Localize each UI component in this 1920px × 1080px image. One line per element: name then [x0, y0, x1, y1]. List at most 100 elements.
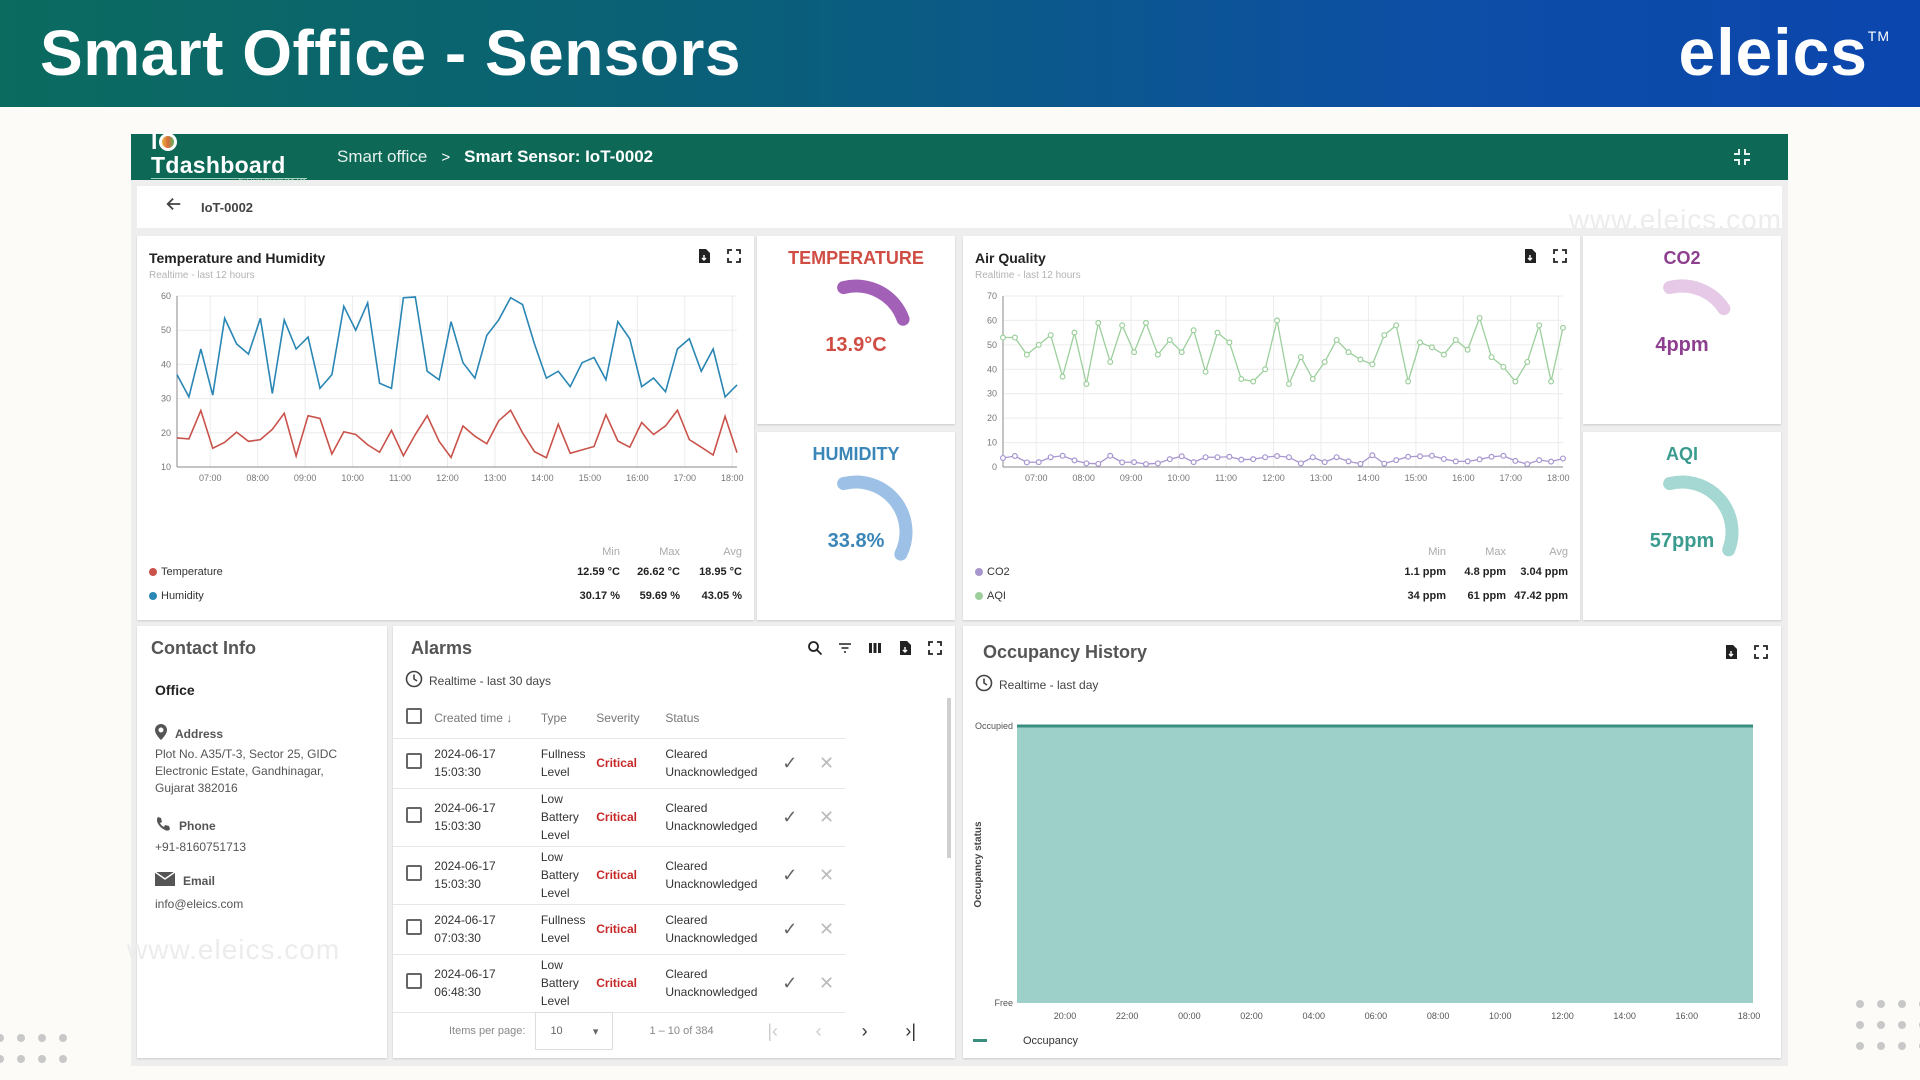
- data-point: [1452, 336, 1459, 343]
- column-severity[interactable]: Severity: [596, 698, 666, 739]
- row-checkbox[interactable]: [405, 972, 422, 989]
- data-point: [1250, 378, 1257, 385]
- clear-close-icon[interactable]: ✕: [808, 738, 845, 789]
- clear-close-icon[interactable]: ✕: [808, 904, 845, 955]
- fullscreen-icon[interactable]: [927, 640, 943, 656]
- data-point: [1488, 354, 1495, 361]
- legend-aqi[interactable]: AQI: [975, 590, 1006, 602]
- alarm-type: Low Battery Level: [540, 788, 597, 847]
- data-point: [1035, 459, 1042, 466]
- x-tick-label: 16:00: [626, 473, 649, 483]
- x-tick-label: 11:00: [1215, 473, 1237, 483]
- legend-swatch: [973, 1039, 987, 1042]
- x-tick-label: 11:00: [389, 473, 411, 483]
- last-page-button[interactable]: ›|: [888, 1021, 934, 1042]
- arrow-left-icon[interactable]: [165, 195, 187, 219]
- acknowledge-check-icon[interactable]: ✓: [771, 846, 809, 905]
- data-point: [1083, 380, 1090, 387]
- data-point: [1083, 460, 1090, 467]
- data-point: [1381, 332, 1388, 339]
- next-page-button[interactable]: ›: [842, 1021, 888, 1042]
- alarm-status: Cleared Unacknowledged: [665, 846, 772, 905]
- alarm-status: Cleared Unacknowledged: [665, 738, 772, 789]
- iot-dashboard-logo[interactable]: ITdashboard by Eleics Design Pvt. Ltd.: [151, 129, 311, 185]
- y-tick-label: 70: [987, 291, 997, 301]
- x-tick-label: 00:00: [1178, 1011, 1201, 1021]
- file-export-icon[interactable]: [696, 248, 712, 264]
- items-per-page-label: Items per page:: [449, 1025, 526, 1037]
- fullscreen-icon[interactable]: [726, 248, 742, 264]
- x-tick-label: 12:00: [1262, 473, 1285, 483]
- data-point: [1285, 380, 1292, 387]
- legend-temperature[interactable]: Temperature: [149, 566, 223, 578]
- fullscreen-icon[interactable]: [1753, 644, 1769, 660]
- humidity-stats: 30.17 % 59.69 % 43.05 %: [579, 590, 742, 602]
- humidity-gauge-card: HUMIDITY 33.8%: [757, 432, 955, 620]
- clear-close-icon[interactable]: ✕: [808, 846, 845, 905]
- data-point: [1440, 455, 1447, 462]
- row-checkbox[interactable]: [405, 864, 422, 881]
- decorative-dots: [1856, 1000, 1920, 1063]
- email-text[interactable]: info@eleics.com: [155, 896, 243, 913]
- data-point: [1500, 452, 1507, 459]
- aqi-gauge-card: AQI 57ppm: [1583, 432, 1781, 620]
- x-tick-label: 13:00: [1310, 473, 1333, 483]
- filter-icon[interactable]: [837, 640, 853, 656]
- row-checkbox[interactable]: [405, 752, 422, 769]
- first-page-button[interactable]: |‹: [750, 1021, 796, 1042]
- acknowledge-check-icon[interactable]: ✓: [771, 788, 809, 847]
- legend-co2[interactable]: CO2: [975, 566, 1010, 578]
- row-checkbox[interactable]: [405, 806, 422, 823]
- column-type[interactable]: Type: [540, 698, 597, 739]
- x-tick-label: 18:00: [1738, 1011, 1761, 1021]
- alarm-severity: Critical: [596, 738, 666, 789]
- file-export-icon[interactable]: [1723, 644, 1739, 660]
- temp-humidity-stats-header: Min Max Avg: [602, 546, 742, 558]
- search-icon[interactable]: [807, 640, 823, 656]
- alarm-severity: Critical: [596, 904, 666, 955]
- temperature-stats: 12.59 °C 26.62 °C 18.95 °C: [577, 566, 742, 578]
- clear-close-icon[interactable]: ✕: [808, 788, 845, 847]
- alarm-row[interactable]: 2024-06-17 15:03:30 Low Battery Level Cr…: [393, 788, 845, 847]
- column-created-time[interactable]: Created time ↓: [434, 698, 541, 739]
- items-per-page-select[interactable]: 10 ▾: [535, 1012, 614, 1050]
- alarm-row[interactable]: 2024-06-17 15:03:30 Low Battery Level Cr…: [393, 846, 845, 905]
- phone-text[interactable]: +91-8160751713: [155, 839, 246, 856]
- alarm-type: Low Battery Level: [540, 846, 597, 905]
- occupancy-timewindow[interactable]: Realtime - last day: [975, 674, 1098, 695]
- fullscreen-exit-icon[interactable]: [1732, 147, 1752, 167]
- acknowledge-check-icon[interactable]: ✓: [771, 904, 809, 955]
- data-point: [1214, 329, 1221, 336]
- file-export-icon[interactable]: [897, 640, 913, 656]
- data-point: [1309, 376, 1316, 383]
- alarms-paginator: Items per page: 10 ▾ 1 – 10 of 384 |‹ ‹ ›…: [393, 1004, 955, 1058]
- columns-icon[interactable]: [867, 640, 883, 656]
- data-point: [1405, 378, 1412, 385]
- data-point: [1071, 457, 1078, 464]
- fullscreen-icon[interactable]: [1552, 248, 1568, 264]
- data-point: [1297, 354, 1304, 361]
- file-export-icon[interactable]: [1522, 248, 1538, 264]
- acknowledge-check-icon[interactable]: ✓: [771, 738, 809, 789]
- y-tick-label: 50: [987, 340, 997, 350]
- y-tick-label: 20: [987, 413, 997, 423]
- row-checkbox[interactable]: [405, 918, 422, 935]
- select-all-checkbox[interactable]: [405, 708, 422, 725]
- breadcrumb-smart-office[interactable]: Smart office: [337, 147, 427, 167]
- data-point: [1238, 376, 1245, 383]
- prev-page-button[interactable]: ‹: [796, 1021, 842, 1042]
- alarm-row[interactable]: 2024-06-17 15:03:30 Fullness Level Criti…: [393, 738, 845, 789]
- alarms-scrollbar[interactable]: [947, 698, 951, 858]
- data-point: [1250, 456, 1257, 463]
- alarms-card: Alarms Realtime - last 30 days Created t…: [393, 626, 955, 1058]
- breadcrumb-current: Smart Sensor: IoT-0002: [464, 147, 654, 166]
- air-quality-card: Air Quality Realtime - last 12 hours 0 10…: [963, 236, 1580, 620]
- co2-gauge-card: CO2 4ppm: [1583, 236, 1781, 424]
- alarms-timewindow[interactable]: Realtime - last 30 days: [405, 670, 551, 691]
- alarm-row[interactable]: 2024-06-17 07:03:30 Fullness Level Criti…: [393, 904, 845, 955]
- column-status[interactable]: Status: [665, 698, 772, 739]
- data-point: [1262, 366, 1269, 373]
- data-point: [1059, 452, 1066, 459]
- legend-humidity[interactable]: Humidity: [149, 590, 204, 602]
- data-point: [1428, 452, 1435, 459]
